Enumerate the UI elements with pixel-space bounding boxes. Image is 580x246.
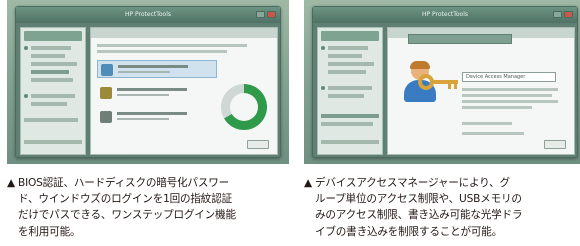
dialog-title-text: Device Access Manager bbox=[466, 74, 526, 80]
sidebar-item[interactable] bbox=[328, 62, 374, 66]
window-titlebar: HP ProtectTools bbox=[16, 7, 280, 23]
description-text bbox=[97, 50, 227, 53]
sidebar-item[interactable] bbox=[31, 62, 77, 66]
sidebar-item[interactable] bbox=[328, 70, 366, 74]
sidebar-item[interactable] bbox=[31, 94, 75, 98]
caption-line: デバイスアクセスマネージャーにより、グ bbox=[315, 177, 510, 189]
sidebar-item[interactable] bbox=[328, 46, 368, 50]
bullet-icon bbox=[321, 86, 325, 90]
sidebar-item-selected[interactable] bbox=[31, 70, 69, 74]
sidebar-logo bbox=[321, 31, 379, 41]
protecttools-window: HP ProtectTools bbox=[15, 6, 281, 158]
right-caption: ▲ デバイスアクセスマネージャーにより、グ ループ単位のアクセス制限や、USBメモ… bbox=[304, 175, 580, 240]
key-icon bbox=[418, 68, 458, 94]
description-text bbox=[462, 122, 512, 125]
fingerprint-option-selected[interactable] bbox=[97, 60, 217, 78]
dialog-title: Device Access Manager bbox=[462, 72, 556, 82]
window-controls bbox=[256, 11, 276, 18]
window-titlebar: HP ProtectTools bbox=[313, 7, 577, 23]
protecttools-window: HP ProtectTools bbox=[312, 6, 578, 158]
caption-line: イブの書き込みを制限することが可能。 bbox=[315, 225, 503, 238]
sidebar-item[interactable] bbox=[24, 118, 78, 122]
minimize-button[interactable] bbox=[256, 11, 265, 18]
sidebar-item[interactable] bbox=[321, 122, 373, 126]
sidebar-item[interactable] bbox=[328, 86, 372, 90]
sidebar-item[interactable] bbox=[31, 78, 73, 82]
gauge-icon bbox=[221, 84, 267, 130]
sidebar-item[interactable] bbox=[31, 54, 65, 58]
fingerprint-icon bbox=[100, 111, 112, 123]
description-text bbox=[462, 106, 532, 109]
left-caption: ▲ BIOS認証、ハードディスクの暗号化パスワー ド、ウインドウズのログインを1回… bbox=[7, 175, 289, 240]
caption-line: BIOS認証、ハードディスクの暗号化パスワー bbox=[18, 177, 229, 189]
caption-line: ド、ウインドウズのログインを1回の指紋認証 bbox=[18, 193, 232, 206]
close-button[interactable] bbox=[564, 11, 573, 18]
minimize-button[interactable] bbox=[553, 11, 562, 18]
caption-line: みのアクセス制限、書き込み可能な光学ドラ bbox=[315, 209, 523, 222]
fingerprint-option[interactable] bbox=[97, 84, 217, 102]
caption-line: ループ単位のアクセス制限や、USBメモリの bbox=[315, 193, 522, 206]
left-screenshot: HP ProtectTools bbox=[7, 0, 289, 164]
right-panel: HP ProtectTools Device Access Manager ▲ … bbox=[304, 0, 580, 238]
sidebar-footer bbox=[321, 140, 379, 144]
sidebar-footer bbox=[24, 140, 82, 144]
description-text bbox=[462, 88, 558, 91]
sidebar-item[interactable] bbox=[31, 102, 67, 106]
window-title: HP ProtectTools bbox=[124, 11, 172, 18]
bullet-icon bbox=[24, 46, 28, 50]
caption-line: を利用可能。 bbox=[18, 225, 81, 238]
main-pane: Device Access Manager bbox=[387, 27, 575, 155]
dialog-tab[interactable] bbox=[408, 34, 512, 44]
sidebar-item[interactable] bbox=[328, 54, 362, 58]
sidebar bbox=[20, 27, 86, 155]
description-text bbox=[462, 94, 552, 97]
window-controls bbox=[553, 11, 573, 18]
fingerprint-icon bbox=[100, 87, 112, 99]
pane-header bbox=[91, 28, 277, 38]
bullet-icon bbox=[24, 94, 28, 98]
ok-button[interactable] bbox=[544, 140, 566, 149]
window-title: HP ProtectTools bbox=[421, 11, 469, 18]
caption-line: だけでパスできる、ワンステップログイン機能 bbox=[18, 209, 236, 222]
description-text bbox=[97, 44, 247, 47]
next-button[interactable] bbox=[247, 140, 269, 149]
fingerprint-icon bbox=[101, 64, 113, 76]
triangle-marker-icon: ▲ bbox=[304, 177, 312, 189]
close-button[interactable] bbox=[267, 11, 276, 18]
sidebar-item-selected[interactable] bbox=[321, 114, 379, 118]
triangle-marker-icon: ▲ bbox=[7, 177, 15, 189]
right-screenshot: HP ProtectTools Device Access Manager bbox=[304, 0, 580, 164]
sidebar-logo bbox=[24, 31, 82, 41]
sidebar bbox=[317, 27, 383, 155]
fingerprint-option[interactable] bbox=[97, 108, 217, 126]
description-text bbox=[462, 132, 524, 135]
main-pane bbox=[90, 27, 278, 155]
sidebar-item[interactable] bbox=[328, 94, 364, 98]
bullet-icon bbox=[321, 46, 325, 50]
sidebar-item[interactable] bbox=[31, 46, 71, 50]
left-panel: HP ProtectTools ▲ BIOS認証、ハードディスクの暗号化パスワー… bbox=[7, 0, 289, 238]
description-text bbox=[462, 100, 558, 103]
